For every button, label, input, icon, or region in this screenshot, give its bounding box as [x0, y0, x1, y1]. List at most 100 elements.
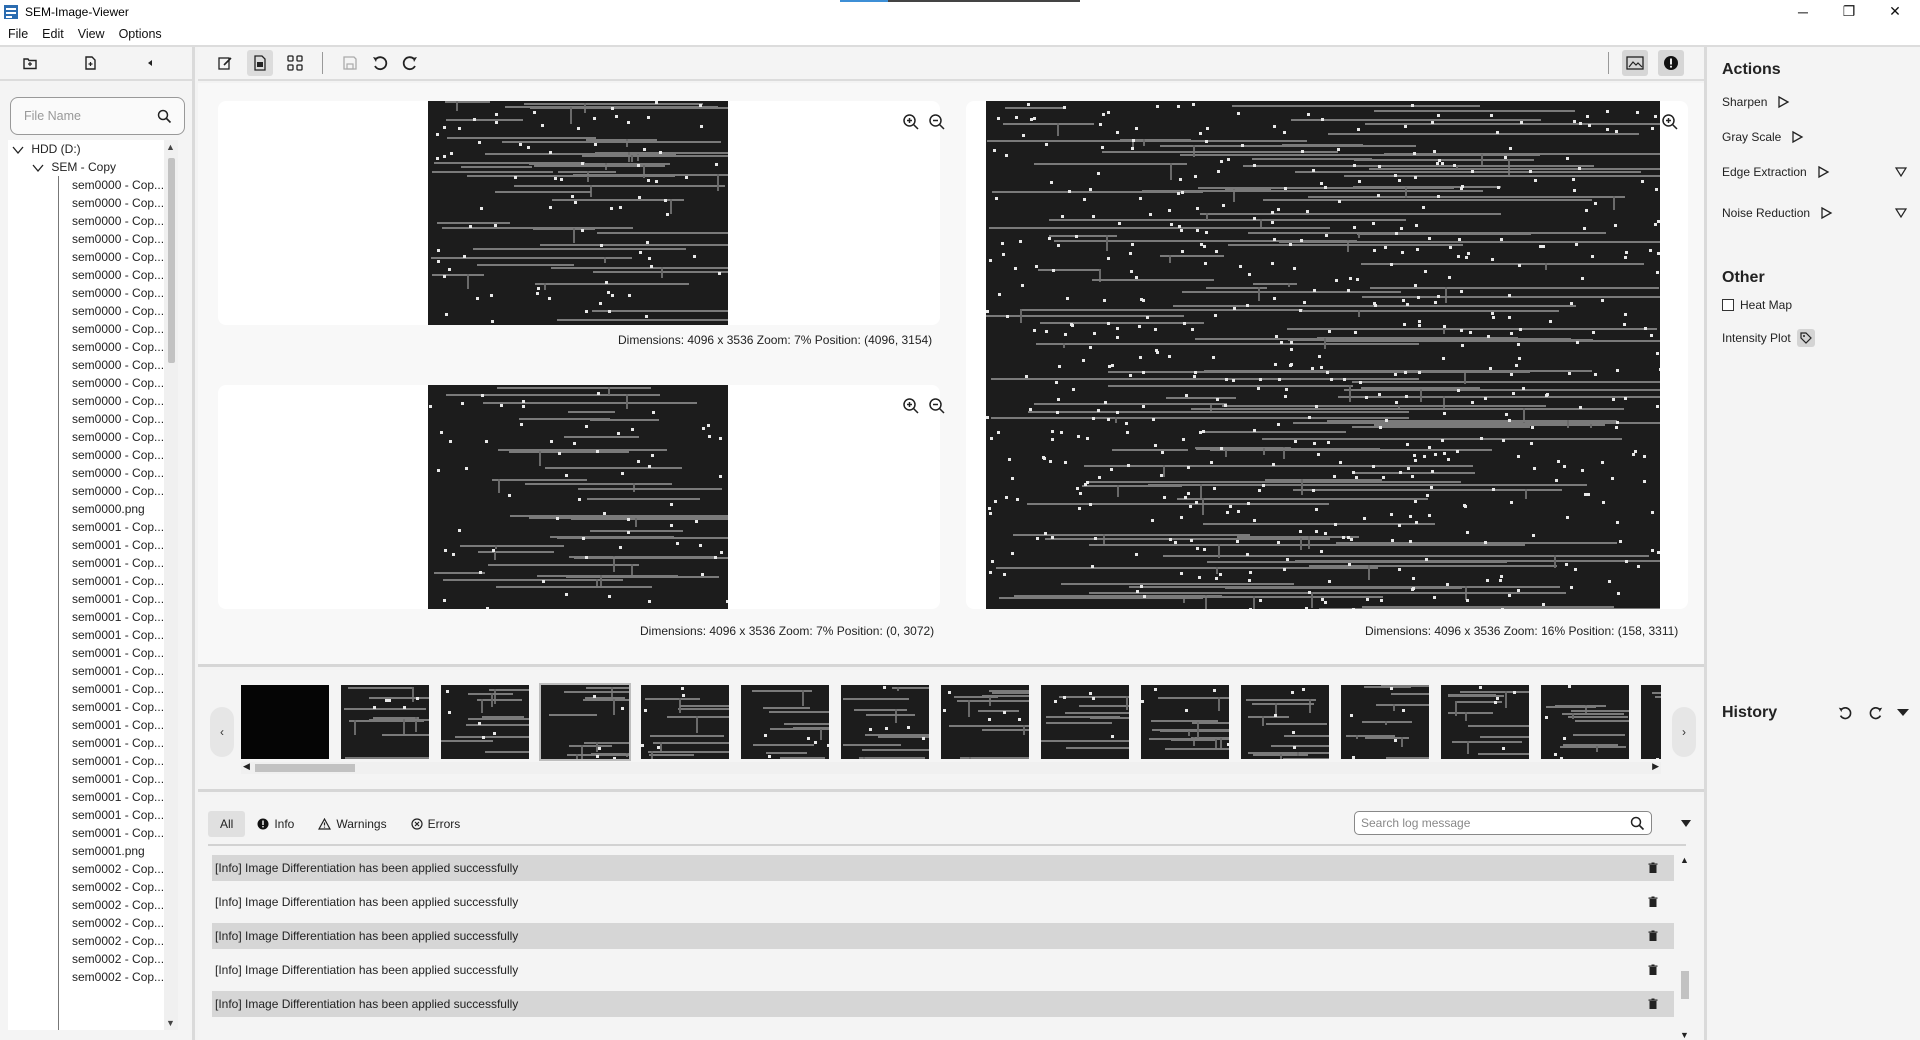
tree-file-item[interactable]: sem0001 - Cop...	[8, 572, 178, 590]
play-icon[interactable]	[1776, 95, 1790, 109]
play-icon[interactable]	[1816, 165, 1830, 179]
thumbnail-item[interactable]	[241, 685, 329, 759]
tree-file-item[interactable]: sem0001 - Cop...	[8, 608, 178, 626]
action-edge-extraction[interactable]: Edge Extraction	[1722, 165, 1908, 179]
thumbnail-item[interactable]	[341, 685, 459, 762]
thumbnail-item[interactable]	[841, 685, 960, 762]
save-button[interactable]	[337, 50, 363, 76]
tree-file-item[interactable]: sem0000.png	[8, 500, 178, 518]
close-button[interactable]: ✕	[1872, 0, 1918, 23]
play-icon[interactable]	[1819, 206, 1833, 220]
scroll-down-icon[interactable]: ▼	[166, 1018, 175, 1028]
tree-file-item[interactable]: sem0000 - Cop...	[8, 410, 178, 428]
heat-map-option[interactable]: Heat Map	[1722, 298, 1792, 312]
scroll-left-icon[interactable]: ◀	[243, 761, 250, 772]
tree-file-item[interactable]: sem0000 - Cop...	[8, 284, 178, 302]
action-sharpen[interactable]: Sharpen	[1722, 95, 1790, 109]
play-icon[interactable]	[1790, 130, 1804, 144]
zoom-out-icon[interactable]	[928, 397, 946, 415]
intensity-plot-button[interactable]	[1796, 329, 1815, 347]
tree-file-item[interactable]: sem0000 - Cop...	[8, 266, 178, 284]
menu-view[interactable]: View	[78, 27, 105, 41]
minimize-button[interactable]: ─	[1780, 0, 1826, 23]
tree-file-item[interactable]: sem0001.png	[8, 842, 178, 860]
menu-edit[interactable]: Edit	[42, 27, 64, 41]
tree-file-item[interactable]: sem0000 - Cop...	[8, 356, 178, 374]
tree-file-item[interactable]: sem0000 - Cop...	[8, 482, 178, 500]
image-mode-button[interactable]	[1622, 50, 1648, 76]
scroll-right-icon[interactable]: ▶	[1652, 761, 1659, 772]
thumbnail-item[interactable]	[641, 685, 761, 762]
zoom-in-icon[interactable]	[1661, 113, 1679, 131]
tree-file-item[interactable]: sem0002 - Cop...	[8, 932, 178, 950]
history-menu-icon[interactable]	[1896, 707, 1910, 719]
tree-drive[interactable]: HDD (D:)	[8, 140, 178, 158]
thumbnail-item[interactable]	[1441, 685, 1556, 759]
info-mode-button[interactable]	[1658, 50, 1684, 76]
tree-file-item[interactable]: sem0001 - Cop...	[8, 662, 178, 680]
tab-errors[interactable]: Errors	[399, 811, 473, 837]
tree-file-item[interactable]: sem0000 - Cop...	[8, 338, 178, 356]
tree-file-item[interactable]: sem0000 - Cop...	[8, 212, 178, 230]
tree-file-item[interactable]: sem0002 - Cop...	[8, 968, 178, 986]
search-icon[interactable]	[157, 109, 172, 124]
tree-file-item[interactable]: sem0001 - Cop...	[8, 590, 178, 608]
tab-all[interactable]: All	[208, 811, 246, 837]
zoom-in-icon[interactable]	[902, 113, 920, 131]
tree-file-item[interactable]: sem0001 - Cop...	[8, 698, 178, 716]
log-search-input[interactable]: Search log message	[1354, 811, 1652, 835]
tree-file-item[interactable]: sem0000 - Cop...	[8, 302, 178, 320]
tree-file-item[interactable]: sem0001 - Cop...	[8, 788, 178, 806]
file-search-input[interactable]: File Name	[10, 97, 185, 135]
single-view-button[interactable]	[247, 50, 273, 76]
zoom-out-icon[interactable]	[928, 113, 946, 131]
menu-file[interactable]: File	[8, 27, 28, 41]
open-folder-button[interactable]	[0, 55, 60, 71]
scroll-up-icon[interactable]: ▲	[166, 142, 175, 152]
thumbnail-item[interactable]	[539, 683, 668, 762]
intensity-plot-option[interactable]: Intensity Plot	[1722, 329, 1815, 347]
thumbnail-item[interactable]	[1141, 685, 1272, 759]
tab-info[interactable]: Info	[245, 811, 306, 837]
thumbnail-next-button[interactable]: ›	[1672, 707, 1696, 757]
tree-file-item[interactable]: sem0001 - Cop...	[8, 770, 178, 788]
edit-button[interactable]	[212, 50, 238, 76]
tree-file-item[interactable]: sem0001 - Cop...	[8, 626, 178, 644]
menu-options[interactable]: Options	[119, 27, 162, 41]
tree-file-item[interactable]: sem0000 - Cop...	[8, 248, 178, 266]
restore-button[interactable]: ❐	[1826, 0, 1872, 23]
delete-log-icon[interactable]	[1647, 998, 1659, 1010]
open-file-button[interactable]	[60, 55, 120, 71]
action-noise-reduction[interactable]: Noise Reduction	[1722, 206, 1908, 220]
history-redo-icon[interactable]	[1868, 705, 1884, 721]
tree-file-item[interactable]: sem0000 - Cop...	[8, 392, 178, 410]
zoom-in-icon[interactable]	[902, 397, 920, 415]
redo-button[interactable]	[397, 50, 423, 76]
tree-file-item[interactable]: sem0001 - Cop...	[8, 518, 178, 536]
tree-file-item[interactable]: sem0001 - Cop...	[8, 536, 178, 554]
thumbnail-prev-button[interactable]: ‹	[210, 707, 234, 757]
scroll-down-icon[interactable]: ▼	[1680, 1030, 1689, 1040]
tree-file-item[interactable]: sem0001 - Cop...	[8, 806, 178, 824]
tree-file-item[interactable]: sem0001 - Cop...	[8, 554, 178, 572]
tree-file-item[interactable]: sem0000 - Cop...	[8, 464, 178, 482]
expand-options-icon[interactable]	[1894, 207, 1908, 219]
tree-file-item[interactable]: sem0000 - Cop...	[8, 374, 178, 392]
thumbnail-item[interactable]	[1241, 685, 1364, 762]
tree-file-item[interactable]: sem0002 - Cop...	[8, 950, 178, 968]
tree-folder[interactable]: SEM - Copy	[8, 158, 178, 176]
thumbnail-scroll-thumb[interactable]	[255, 764, 355, 772]
tree-file-item[interactable]: sem0000 - Cop...	[8, 320, 178, 338]
tree-file-item[interactable]: sem0001 - Cop...	[8, 716, 178, 734]
sem-image-2[interactable]	[428, 385, 728, 609]
tree-file-item[interactable]: sem0000 - Cop...	[8, 230, 178, 248]
tree-file-item[interactable]: sem0001 - Cop...	[8, 680, 178, 698]
tree-file-item[interactable]: sem0001 - Cop...	[8, 752, 178, 770]
log-scrollbar[interactable]: ▲ ▼	[1678, 855, 1692, 1040]
thumbnail-item[interactable]	[941, 685, 1068, 762]
history-undo-icon[interactable]	[1837, 705, 1853, 721]
log-filter-dropdown[interactable]	[1680, 817, 1692, 831]
action-gray-scale[interactable]: Gray Scale	[1722, 130, 1804, 144]
scroll-up-icon[interactable]: ▲	[1680, 855, 1689, 865]
tab-warnings[interactable]: Warnings	[306, 811, 398, 837]
